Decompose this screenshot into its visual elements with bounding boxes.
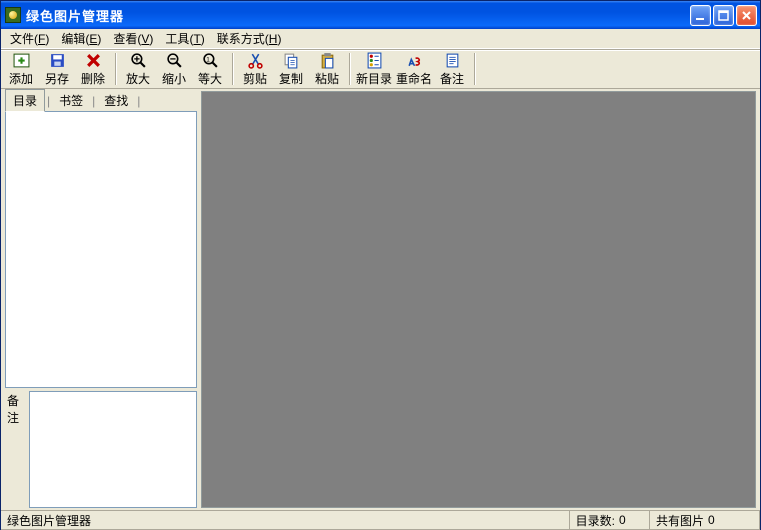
add-button[interactable]: 添加 bbox=[3, 51, 39, 87]
tab-separator: | bbox=[90, 94, 97, 108]
saveas-button[interactable]: 另存 bbox=[39, 51, 75, 87]
menu-view[interactable]: 查看(V) bbox=[107, 28, 159, 49]
toolbar-separator bbox=[474, 53, 475, 85]
close-button[interactable] bbox=[736, 5, 757, 26]
tab-separator: | bbox=[135, 94, 142, 108]
newdir-icon bbox=[366, 52, 383, 69]
notes-button[interactable]: 备注 bbox=[434, 51, 470, 87]
zoomin-button[interactable]: 放大 bbox=[120, 51, 156, 87]
zoomfit-icon: 1 bbox=[202, 52, 219, 69]
status-images-count: 0 bbox=[704, 513, 732, 527]
zoomin-icon bbox=[130, 52, 147, 69]
menu-file[interactable]: 文件(F) bbox=[4, 28, 55, 49]
copy-icon bbox=[283, 52, 300, 69]
status-app: 绿色图片管理器 bbox=[1, 511, 570, 530]
copy-button[interactable]: 复制 bbox=[273, 51, 309, 87]
menu-contact[interactable]: 联系方式(H) bbox=[211, 28, 288, 49]
save-icon bbox=[49, 52, 66, 69]
window-title: 绿色图片管理器 bbox=[26, 6, 690, 25]
delete-button[interactable]: 删除 bbox=[75, 51, 111, 87]
rename-button[interactable]: 重命名 bbox=[394, 51, 434, 87]
paste-icon bbox=[319, 52, 336, 69]
cut-button[interactable]: 剪贴 bbox=[237, 51, 273, 87]
notes-box[interactable] bbox=[29, 391, 197, 508]
menu-tools[interactable]: 工具(T) bbox=[159, 28, 210, 49]
status-images: 共有图片 0 bbox=[650, 511, 760, 530]
notes-icon bbox=[444, 52, 461, 69]
newdir-button[interactable]: 新目录 bbox=[354, 51, 394, 87]
sidebar-tabs: 目录 | 书签 | 查找 | bbox=[5, 91, 197, 111]
tab-search[interactable]: 查找 bbox=[97, 90, 135, 111]
maximize-button[interactable] bbox=[713, 5, 734, 26]
zoomout-button[interactable]: 缩小 bbox=[156, 51, 192, 87]
toolbar-separator bbox=[349, 53, 350, 85]
titlebar: 绿色图片管理器 bbox=[1, 1, 760, 29]
toolbar-separator bbox=[232, 53, 233, 85]
image-viewer[interactable] bbox=[201, 91, 756, 508]
app-icon bbox=[5, 7, 21, 23]
status-dir: 目录数: 0 bbox=[570, 511, 650, 530]
catalog-list[interactable] bbox=[5, 111, 197, 388]
main-area: 目录 | 书签 | 查找 | 备注 bbox=[1, 89, 760, 510]
status-dir-count: 0 bbox=[615, 513, 643, 527]
menubar: 文件(F) 编辑(E) 查看(V) 工具(T) 联系方式(H) bbox=[1, 29, 760, 49]
tab-separator: | bbox=[45, 94, 52, 108]
notes-label: 备注 bbox=[5, 388, 29, 508]
add-icon bbox=[13, 52, 30, 69]
rename-icon bbox=[406, 52, 423, 69]
paste-button[interactable]: 粘贴 bbox=[309, 51, 345, 87]
statusbar: 绿色图片管理器 目录数: 0 共有图片 0 bbox=[1, 510, 760, 530]
zoomout-icon bbox=[166, 52, 183, 69]
sidebar: 目录 | 书签 | 查找 | 备注 bbox=[1, 89, 199, 510]
tab-bookmarks[interactable]: 书签 bbox=[52, 90, 90, 111]
toolbar: 添加 另存 删除 放大 缩小 1 等大 剪贴 复制 粘贴 新目录 重命名 bbox=[1, 49, 760, 89]
svg-text:1: 1 bbox=[206, 56, 210, 63]
cut-icon bbox=[247, 52, 264, 69]
zoomfit-button[interactable]: 1 等大 bbox=[192, 51, 228, 87]
delete-icon bbox=[85, 52, 102, 69]
tab-catalog[interactable]: 目录 bbox=[5, 89, 45, 112]
menu-edit[interactable]: 编辑(E) bbox=[55, 28, 107, 49]
toolbar-separator bbox=[115, 53, 116, 85]
minimize-button[interactable] bbox=[690, 5, 711, 26]
